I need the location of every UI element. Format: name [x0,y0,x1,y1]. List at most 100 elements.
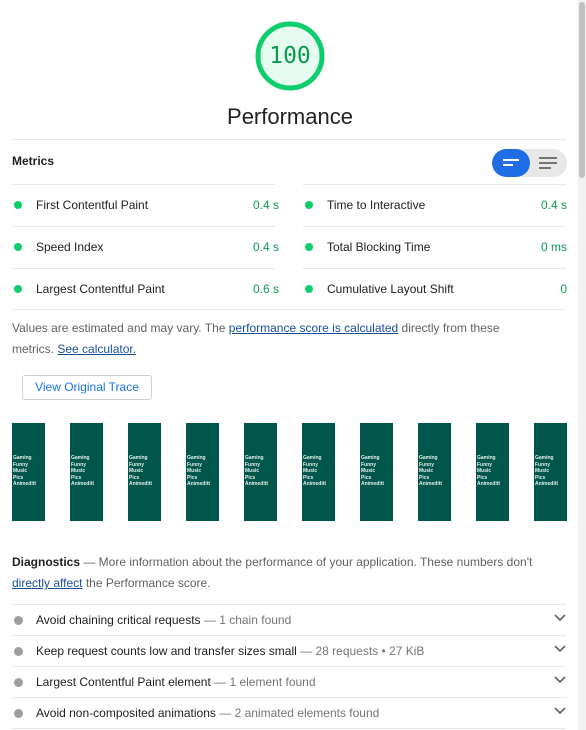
diagnostics-title: Diagnostics [12,555,81,569]
metric-total-blocking-time: Total Blocking Time 0 ms [303,237,567,257]
audit-separator: — [296,644,316,658]
metric-value: 0.4 s [540,198,567,212]
metric-first-contentful-paint: First Contentful Paint 0.4 s [12,195,280,215]
divider [12,139,566,140]
audit-detail: 28 requests • 27 KiB [315,644,425,658]
metric-name: Time to Interactive [327,198,426,212]
metric-value: 0.4 s [252,240,279,254]
audit-item[interactable]: Avoid non-composited animations — 2 anim… [12,698,566,728]
note-text: Values are estimated and may vary. The [12,321,229,335]
chevron-down-icon[interactable] [554,614,566,622]
diagnostics-description: the Performance score. [82,576,211,590]
frame-text: Gaming Funny Music Pics Animeditt [129,455,153,487]
audit-detail: 2 animated elements found [234,706,380,720]
chevron-down-icon[interactable] [554,676,566,684]
metric-time-to-interactive: Time to Interactive 0.4 s [303,195,567,215]
pass-dot-icon [305,201,313,209]
score-calculated-link[interactable]: performance score is calculated [229,321,398,335]
chevron-down-icon[interactable] [554,645,566,653]
gauge-title: Performance [227,104,353,129]
metric-name: First Contentful Paint [36,198,149,212]
audit-item[interactable]: Largest Contentful Paint element — 1 ele… [12,667,566,697]
metrics-title: Metrics [12,154,55,168]
divider [303,268,566,269]
metric-speed-index: Speed Index 0.4 s [12,237,280,257]
chevron-down-icon[interactable] [554,707,566,715]
pass-dot-icon [305,285,313,293]
frame-text: Gaming Funny Music Pics Animeditt [361,455,385,487]
audit-separator: — [200,613,220,627]
audit-title: Avoid non-composited animations [36,706,216,720]
see-calculator-link[interactable]: See calculator. [57,342,136,356]
gauge-score: 100 [269,43,311,69]
filmstrip-frame: Gaming Funny Music Pics Animeditt [418,423,451,521]
frame-text: Gaming Funny Music Pics Animeditt [535,455,559,487]
divider [303,184,566,185]
metric-value: 0.6 s [252,282,279,296]
audit-title: Keep request counts low and transfer siz… [36,644,297,658]
toggle-expanded-view[interactable] [529,149,567,177]
filmstrip-frame: Gaming Funny Music Pics Animeditt [70,423,103,521]
divider [12,268,275,269]
audit-title: Largest Contentful Paint element [36,675,211,689]
frame-text: Gaming Funny Music Pics Animeditt [477,455,501,487]
metric-name: Cumulative Layout Shift [327,282,454,296]
audit-text: Avoid non-composited animations — 2 anim… [36,706,379,720]
metric-name: Speed Index [36,240,104,254]
short-lines-icon [503,159,519,166]
filmstrip-frame: Gaming Funny Music Pics Animeditt [244,423,277,521]
audit-text: Avoid chaining critical requests — 1 cha… [36,613,291,627]
diagnostics-description: — More information about the performance… [80,555,533,569]
scrollbar-thumb[interactable] [579,2,585,178]
audit-text: Largest Contentful Paint element — 1 ele… [36,675,316,689]
metric-name: Largest Contentful Paint [36,282,165,296]
filmstrip-frame: Gaming Funny Music Pics Animeditt [186,423,219,521]
audit-text: Keep request counts low and transfer siz… [36,644,424,658]
metric-value: 0.4 s [252,198,279,212]
neutral-dot-icon [14,647,23,656]
pass-dot-icon [305,243,313,251]
view-original-trace-button[interactable]: View Original Trace [22,375,152,400]
divider [303,226,566,227]
filmstrip-frame: Gaming Funny Music Pics Animeditt [360,423,393,521]
long-lines-icon [539,157,557,169]
audit-separator: — [215,706,235,720]
metric-cumulative-layout-shift: Cumulative Layout Shift 0 [303,279,567,299]
neutral-dot-icon [14,709,23,718]
filmstrip-frame: Gaming Funny Music Pics Animeditt [476,423,509,521]
audit-detail: 1 element found [229,675,316,689]
frame-text: Gaming Funny Music Pics Animeditt [71,455,95,487]
metric-value: 0 [560,282,567,296]
frame-text: Gaming Funny Music Pics Animeditt [245,455,269,487]
metrics-view-toggle[interactable] [492,149,567,177]
filmstrip-frame: Gaming Funny Music Pics Animeditt [302,423,335,521]
frame-text: Gaming Funny Music Pics Animeditt [13,455,37,487]
audit-item[interactable]: Avoid chaining critical requests — 1 cha… [12,605,566,635]
metric-largest-contentful-paint: Largest Contentful Paint 0.6 s [12,279,280,299]
neutral-dot-icon [14,678,23,687]
audit-separator: — [210,675,230,689]
audit-detail: 1 chain found [219,613,292,627]
metric-name: Total Blocking Time [327,240,431,254]
filmstrip-frame: Gaming Funny Music Pics Animeditt [128,423,161,521]
neutral-dot-icon [14,616,23,625]
pass-dot-icon [14,285,22,293]
frame-text: Gaming Funny Music Pics Animeditt [303,455,327,487]
frame-text: Gaming Funny Music Pics Animeditt [419,455,443,487]
performance-gauge: 100 [254,20,326,92]
metrics-note: Values are estimated and may vary. The p… [12,318,512,360]
filmstrip: Gaming Funny Music Pics Animeditt Gaming … [12,423,572,521]
filmstrip-frame: Gaming Funny Music Pics Animeditt [12,423,45,521]
filmstrip-frame: Gaming Funny Music Pics Animeditt [534,423,567,521]
diagnostics-header: Diagnostics — More information about the… [12,552,552,594]
divider [12,226,275,227]
divider [12,728,566,729]
pass-dot-icon [14,243,22,251]
divider [12,184,275,185]
metric-value: 0 ms [540,240,567,254]
toggle-summary-view[interactable] [492,149,530,177]
directly-affect-link[interactable]: directly affect [12,576,82,590]
audit-title: Avoid chaining critical requests [36,613,201,627]
audit-item[interactable]: Keep request counts low and transfer siz… [12,636,566,666]
pass-dot-icon [14,201,22,209]
